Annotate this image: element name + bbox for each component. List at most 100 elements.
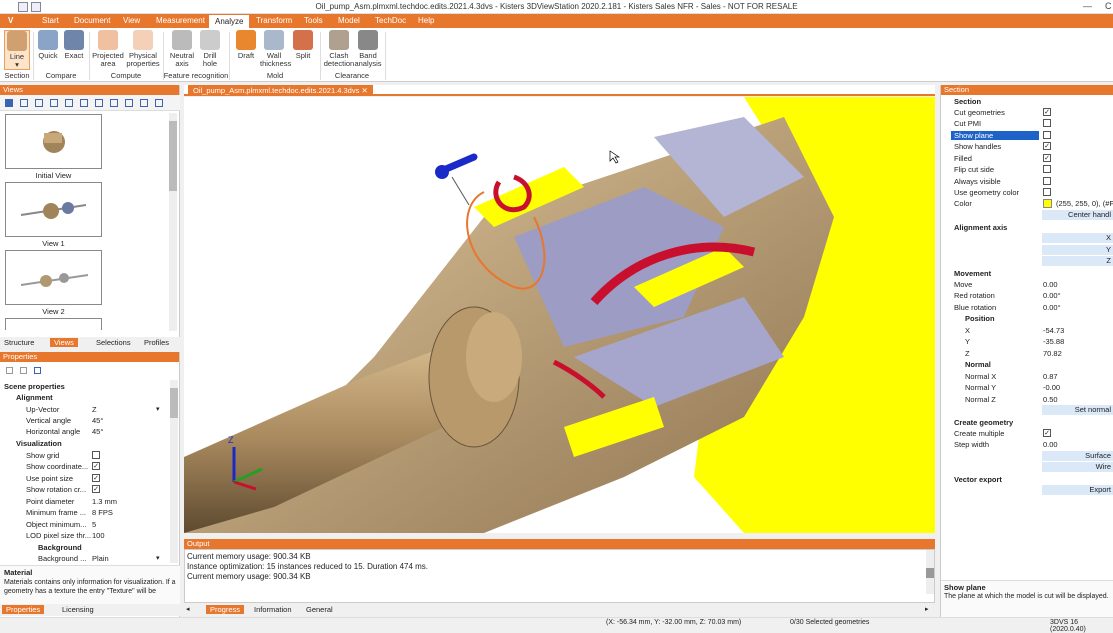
wire-button[interactable]: Wire bbox=[1042, 462, 1113, 472]
position-header[interactable]: Position bbox=[965, 314, 995, 323]
view-thumbnail-initial[interactable] bbox=[5, 114, 102, 169]
up-vector-value[interactable]: Z bbox=[92, 405, 97, 414]
blue-rotation-handle[interactable] bbox=[442, 153, 478, 173]
view-tool-icon[interactable] bbox=[125, 99, 133, 107]
tab-progress[interactable]: Progress bbox=[206, 605, 245, 614]
clash-detection-button[interactable]: Clash detection bbox=[322, 30, 356, 68]
blue-handle-knob[interactable] bbox=[435, 165, 449, 179]
views-scrollbar[interactable] bbox=[169, 113, 177, 331]
step-width-value[interactable]: 0.00 bbox=[1043, 440, 1058, 449]
close-icon[interactable]: ✕ bbox=[361, 86, 367, 95]
axis-z-button[interactable]: Z bbox=[1042, 256, 1113, 266]
tab-properties[interactable]: Properties bbox=[2, 605, 45, 614]
tab-licensing[interactable]: Licensing bbox=[62, 605, 94, 614]
flip-cut-side-checkbox[interactable] bbox=[1043, 165, 1051, 173]
create-multiple-checkbox[interactable]: ✓ bbox=[1043, 429, 1051, 437]
create-geometry-header[interactable]: Create geometry bbox=[954, 418, 1013, 427]
tab-analyze[interactable]: Analyze bbox=[209, 15, 250, 28]
view-tool-icon[interactable] bbox=[35, 99, 43, 107]
use-point-size-checkbox[interactable]: ✓ bbox=[92, 474, 100, 482]
compare-quick-button[interactable]: Quick bbox=[36, 30, 60, 60]
normal-header[interactable]: Normal bbox=[965, 360, 991, 369]
document-tab[interactable]: Oil_pump_Asm.plmxml.techdoc.edits.2021.4… bbox=[188, 85, 373, 96]
properties-scrollbar[interactable] bbox=[170, 380, 178, 563]
sort-icon[interactable] bbox=[6, 367, 13, 374]
vertical-angle-value[interactable]: 45° bbox=[92, 416, 103, 425]
min-frame-value[interactable]: 8 FPS bbox=[92, 508, 113, 517]
drill-hole-button[interactable]: Drill hole bbox=[198, 30, 222, 68]
view-thumbnail-3[interactable] bbox=[5, 318, 102, 330]
tab-measurement[interactable]: Measurement bbox=[156, 16, 205, 25]
point-diameter-value[interactable]: 1.3 mm bbox=[92, 497, 117, 506]
tab-start[interactable]: Start bbox=[42, 16, 59, 25]
lod-value[interactable]: 100 bbox=[92, 531, 105, 540]
export-button[interactable]: Export bbox=[1042, 485, 1113, 495]
section-line-button[interactable]: Line ▾ bbox=[4, 30, 30, 70]
movement-header[interactable]: Movement bbox=[954, 269, 991, 278]
projected-area-button[interactable]: Projected area bbox=[92, 30, 124, 68]
background-header[interactable]: Background bbox=[38, 543, 82, 552]
axis-x-button[interactable]: X bbox=[1042, 233, 1113, 243]
alignment-axis-header[interactable]: Alignment axis bbox=[954, 223, 1007, 232]
tab-view[interactable]: View bbox=[123, 16, 140, 25]
color-value[interactable]: (255, 255, 0), (#FFF bbox=[1056, 199, 1113, 208]
draft-button[interactable]: Draft bbox=[234, 30, 258, 60]
model-scene[interactable]: Z bbox=[184, 97, 935, 533]
tab-general[interactable]: General bbox=[306, 605, 333, 614]
always-visible-checkbox[interactable] bbox=[1043, 177, 1051, 185]
blue-rotation-value[interactable]: 0.00° bbox=[1043, 303, 1061, 312]
view-tool-icon[interactable] bbox=[50, 99, 58, 107]
section-header[interactable]: Section bbox=[954, 97, 981, 106]
surface-button[interactable]: Surface bbox=[1042, 451, 1113, 461]
set-normal-button[interactable]: Set normal bbox=[1042, 405, 1113, 415]
tab-tools[interactable]: Tools bbox=[304, 16, 323, 25]
physical-properties-button[interactable]: Physical properties bbox=[126, 30, 160, 68]
cut-geometries-checkbox[interactable]: ✓ bbox=[1043, 108, 1051, 116]
filter-icon[interactable] bbox=[34, 367, 41, 374]
chevron-down-icon[interactable]: ▾ bbox=[156, 405, 160, 413]
view-tool-icon[interactable] bbox=[80, 99, 88, 107]
tab-information[interactable]: Information bbox=[254, 605, 292, 614]
view-tool-icon[interactable] bbox=[20, 99, 28, 107]
position-x-value[interactable]: -54.73 bbox=[1043, 326, 1064, 335]
minimize-button[interactable]: — bbox=[1083, 1, 1092, 11]
view-thumbnail-1[interactable] bbox=[5, 182, 102, 237]
use-geometry-color-checkbox[interactable] bbox=[1043, 188, 1051, 196]
sort-alpha-icon[interactable] bbox=[20, 367, 27, 374]
close-button[interactable]: C bbox=[1105, 1, 1112, 11]
scroll-right-icon[interactable]: ▸ bbox=[925, 605, 929, 613]
output-scrollbar[interactable] bbox=[926, 550, 934, 594]
view-tool-icon[interactable] bbox=[5, 99, 13, 107]
split-button[interactable]: Split bbox=[291, 30, 315, 60]
app-menu-button[interactable]: V bbox=[8, 16, 13, 25]
wall-thickness-button[interactable]: Wall thickness bbox=[260, 30, 291, 68]
tab-structure[interactable]: Structure bbox=[4, 338, 34, 347]
object-min-value[interactable]: 5 bbox=[92, 520, 96, 529]
tab-document[interactable]: Document bbox=[74, 16, 110, 25]
show-plane-label[interactable]: Show plane bbox=[951, 131, 1039, 140]
chevron-down-icon[interactable]: ▾ bbox=[156, 554, 160, 562]
3d-viewport[interactable]: Z bbox=[184, 97, 935, 533]
center-handle-button[interactable]: Center handl bbox=[1042, 210, 1113, 220]
alignment-header[interactable]: Alignment bbox=[16, 393, 53, 402]
axis-y-button[interactable]: Y bbox=[1042, 245, 1113, 255]
show-plane-checkbox[interactable] bbox=[1043, 131, 1051, 139]
scroll-left-icon[interactable]: ◂ bbox=[186, 605, 190, 613]
view-thumbnail-2[interactable] bbox=[5, 250, 102, 305]
tab-model[interactable]: Model bbox=[338, 16, 360, 25]
horizontal-angle-value[interactable]: 45° bbox=[92, 427, 103, 436]
move-value[interactable]: 0.00 bbox=[1043, 280, 1058, 289]
view-tool-icon[interactable] bbox=[65, 99, 73, 107]
scene-properties-header[interactable]: Scene properties bbox=[4, 382, 65, 391]
visualization-header[interactable]: Visualization bbox=[16, 439, 62, 448]
normal-y-value[interactable]: -0.00 bbox=[1043, 383, 1060, 392]
background-value[interactable]: Plain bbox=[92, 554, 109, 563]
show-handles-checkbox[interactable]: ✓ bbox=[1043, 142, 1051, 150]
normal-z-value[interactable]: 0.50 bbox=[1043, 395, 1058, 404]
neutral-axis-button[interactable]: Neutral axis bbox=[168, 30, 196, 68]
vector-export-header[interactable]: Vector export bbox=[954, 475, 1002, 484]
position-z-value[interactable]: 70.82 bbox=[1043, 349, 1062, 358]
cut-pmi-checkbox[interactable] bbox=[1043, 119, 1051, 127]
position-y-value[interactable]: -35.88 bbox=[1043, 337, 1064, 346]
color-swatch[interactable] bbox=[1043, 199, 1052, 208]
